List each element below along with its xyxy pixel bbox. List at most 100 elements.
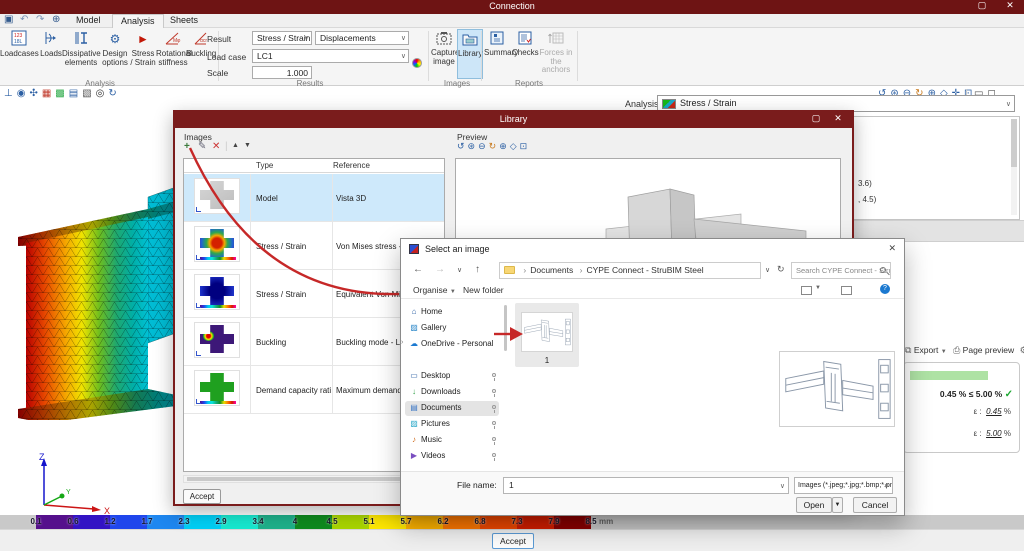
add-image-icon[interactable]: +: [184, 141, 190, 152]
preview-refresh-icon[interactable]: ↻: [489, 141, 500, 151]
file-name-input[interactable]: 1 ∨: [503, 477, 789, 494]
library-button[interactable]: Library: [457, 29, 483, 79]
result-type-select[interactable]: Stress / Strain ∨: [252, 31, 312, 45]
page-preview-button[interactable]: Page preview: [963, 345, 1015, 355]
export-button[interactable]: Export: [914, 345, 939, 355]
breadcrumb[interactable]: › Documents › CYPE Connect - StruBIM Steel: [499, 262, 761, 279]
file-dialog-titlebar: Select an image ✕: [401, 239, 904, 259]
sidebar-item-videos[interactable]: ▶ Videos: [405, 449, 499, 464]
legend-color-icon[interactable]: [412, 58, 422, 68]
address-chevron-icon[interactable]: ∨: [765, 266, 770, 274]
undo-icon[interactable]: ↶: [20, 14, 28, 25]
summary-button[interactable]: Summary: [484, 29, 518, 79]
preview-zoom-out-icon[interactable]: ⊖: [478, 141, 489, 151]
file-type-select[interactable]: Images (*.jpeg;*.jpg;*.bmp;*.pn ∨: [794, 477, 893, 494]
sidebar-item-gallery[interactable]: ▨ Gallery: [405, 321, 499, 336]
file-item-1[interactable]: 1: [515, 303, 579, 367]
dissipative-elements-button[interactable]: Dissipative elements: [62, 30, 101, 67]
column-header-type[interactable]: Type: [256, 161, 273, 170]
view-layout-icon[interactable]: [801, 286, 812, 295]
close-icon[interactable]: ✕: [1002, 0, 1018, 11]
library-row-1[interactable]: Model Vista 3D: [184, 174, 444, 222]
cancel-button[interactable]: Cancel: [853, 497, 897, 513]
save-icon[interactable]: ▣: [4, 14, 13, 25]
refresh-address-icon[interactable]: ↻: [777, 264, 785, 275]
delete-image-icon[interactable]: ✕: [212, 141, 220, 152]
settings-gear-icon[interactable]: ⚙: [1020, 345, 1024, 355]
pan-tool-icon[interactable]: ✣: [29, 88, 41, 99]
breadcrumb-cype-folder[interactable]: CYPE Connect - StruBIM Steel: [586, 265, 703, 275]
load-case-select[interactable]: LC1 ∨: [252, 49, 409, 63]
library-accept-button[interactable]: Accept: [183, 489, 221, 504]
rotational-stiffness-button[interactable]: Mφ Rotational stiffness: [156, 30, 192, 67]
file-dialog-close-icon[interactable]: ✕: [888, 243, 896, 254]
window-red-icon[interactable]: ▦: [42, 88, 55, 99]
library-close-icon[interactable]: ✕: [830, 113, 846, 124]
sidebar-item-pictures[interactable]: ▨ Pictures: [405, 417, 499, 432]
preview-pan-icon[interactable]: ◇: [510, 141, 520, 151]
organise-button[interactable]: Organise ▼: [413, 285, 456, 295]
result-value-select[interactable]: Displacements ∨: [315, 31, 409, 45]
orbit-tool-icon[interactable]: ◉: [17, 88, 30, 99]
sidebar-scrollbar[interactable]: [504, 305, 507, 351]
videos-icon: ▶: [410, 451, 418, 460]
window-blue-icon[interactable]: ▤: [69, 88, 82, 99]
search-input[interactable]: Search CYPE Connect - Stru...: [791, 262, 891, 279]
preview-zoom-extents-icon[interactable]: ⊛: [468, 141, 479, 151]
preview-fit-icon[interactable]: ⊡: [520, 141, 531, 151]
results-list-item[interactable]: , 4.5): [858, 195, 876, 204]
capture-image-button[interactable]: Capture image: [431, 29, 459, 79]
scale-tick-label: 0.6: [67, 517, 79, 526]
window-titlebar: Connection ▢ ✕: [0, 0, 1024, 14]
library-maximize-icon[interactable]: ▢: [808, 113, 824, 124]
accept-button[interactable]: Accept: [492, 533, 534, 549]
preview-pane-icon[interactable]: [841, 286, 852, 295]
breadcrumb-documents[interactable]: Documents: [530, 265, 573, 275]
open-button[interactable]: Open: [796, 497, 832, 513]
edit-image-icon[interactable]: ✎: [198, 141, 206, 152]
forward-icon[interactable]: →: [435, 264, 445, 275]
axes-tool-icon[interactable]: ⊥: [4, 88, 17, 99]
redo-icon[interactable]: ↷: [36, 14, 44, 25]
checks-button[interactable]: Checks: [512, 29, 539, 79]
onedrive-icon: ☁: [410, 339, 418, 348]
sidebar-item-onedrive[interactable]: › ☁ OneDrive - Personal: [401, 337, 499, 352]
move-down-icon[interactable]: ▼: [244, 142, 251, 149]
fem-model-view[interactable]: [10, 185, 180, 420]
sidebar-item-desktop[interactable]: ▭ Desktop: [405, 369, 499, 384]
design-options-button[interactable]: ⚙ Design options: [100, 30, 130, 67]
new-folder-button[interactable]: New folder: [463, 285, 504, 295]
sidebar-item-music[interactable]: ♪ Music: [405, 433, 499, 448]
stress-strain-run-button[interactable]: ► Stress / Strain: [130, 30, 156, 67]
pin-icon: [492, 389, 496, 397]
results-list-item[interactable]: 3.6): [858, 179, 872, 188]
zoom-search-icon[interactable]: ⊕: [52, 14, 60, 25]
tab-analysis[interactable]: Analysis: [112, 14, 164, 28]
sidebar-item-downloads[interactable]: ↓ Downloads: [405, 385, 499, 400]
column-header-reference[interactable]: Reference: [333, 161, 370, 170]
rotate-3d-icon[interactable]: ↻: [108, 88, 120, 99]
move-up-icon[interactable]: ▲: [232, 142, 239, 149]
preview-zoom-window-icon[interactable]: ⊕: [499, 141, 510, 151]
loads-button[interactable]: Loads: [38, 30, 64, 59]
tab-model[interactable]: Model: [68, 14, 109, 28]
tab-sheets[interactable]: Sheets: [162, 14, 206, 28]
sidebar-item-home[interactable]: ⌂ Home: [405, 305, 499, 320]
history-chevron-icon[interactable]: ∨: [457, 266, 462, 274]
up-icon[interactable]: ↑: [475, 264, 480, 275]
sidebar-item-documents[interactable]: ▤ Documents: [405, 401, 499, 416]
view-layout-chevron-icon[interactable]: ▼: [815, 285, 821, 291]
file-dialog-sidebar: ⌂ Home ▨ Gallery › ☁ OneDrive - Personal ▭ Deskt…: [401, 299, 505, 471]
eye-icon[interactable]: ◎: [96, 88, 109, 99]
scale-input[interactable]: 1.000: [252, 66, 312, 79]
maximize-icon[interactable]: ▢: [974, 0, 990, 11]
loadcases-button[interactable]: 123 18L Loadcases: [0, 30, 39, 59]
chevron-right-icon[interactable]: ›: [401, 339, 403, 346]
results-list-scrollbar[interactable]: [1011, 119, 1017, 215]
window-green-icon[interactable]: ▩: [55, 88, 68, 99]
cube-view-icon[interactable]: ▧: [82, 88, 95, 99]
open-split-chevron[interactable]: ▼: [832, 497, 843, 513]
back-icon[interactable]: ←: [413, 264, 423, 275]
help-icon[interactable]: ?: [880, 284, 890, 294]
preview-orbit-icon[interactable]: ↺: [457, 141, 468, 151]
